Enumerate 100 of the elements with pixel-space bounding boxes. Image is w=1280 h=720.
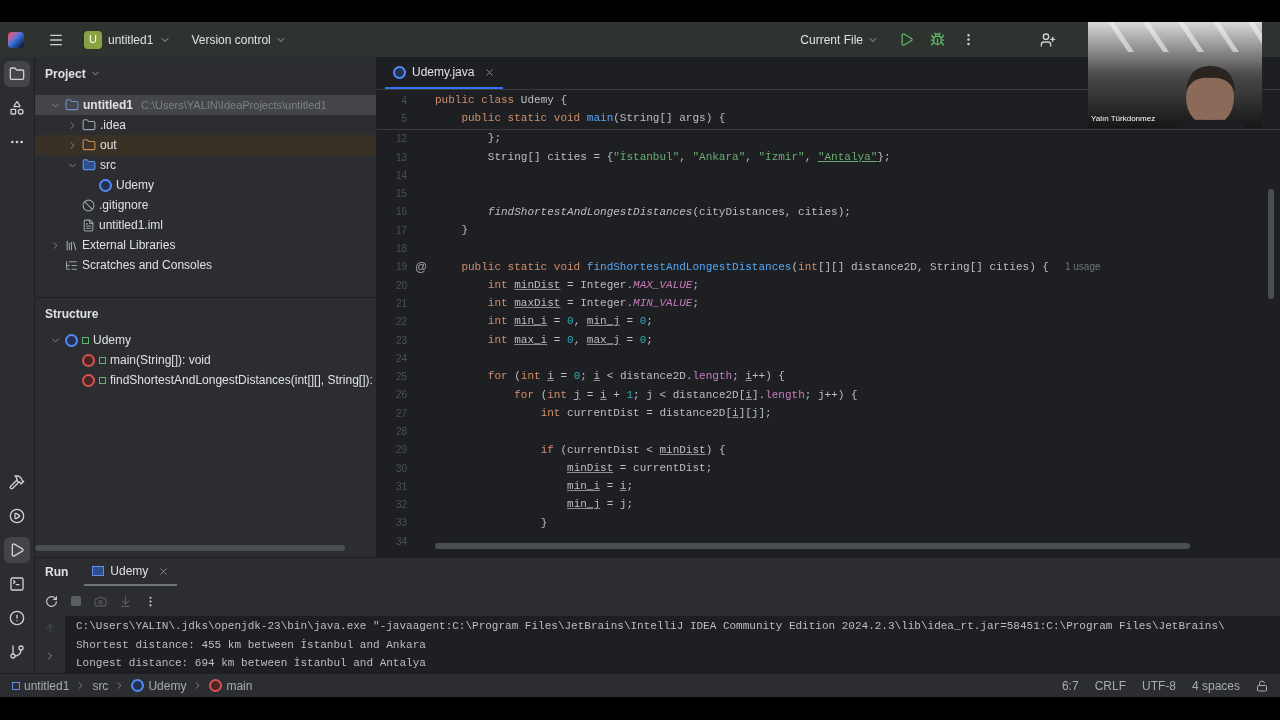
code-token: public class — [435, 92, 516, 108]
status-item[interactable]: 6:7 — [1061, 676, 1079, 695]
code-token: i — [619, 479, 627, 495]
console-line: Shortest distance: 455 km between İstanbul and Ankara — [76, 637, 426, 653]
tree-label: Scratches and Consoles — [82, 257, 213, 274]
folder-icon[interactable] — [4, 61, 30, 87]
code-token: int — [487, 332, 509, 348]
project-name: untitled1 — [108, 31, 154, 49]
tree-row[interactable]: .gitignore — [35, 195, 376, 215]
code-token: j — [573, 387, 581, 403]
code-token: "Ankara" — [692, 149, 746, 165]
code-token: findShortestAndLongestDistances — [586, 259, 792, 275]
editor-tab[interactable]: Udemy.java — [385, 57, 504, 89]
code-token: "Antalya" — [817, 149, 878, 165]
gutter-mark[interactable]: @ — [414, 257, 428, 276]
tree-row[interactable]: .idea — [35, 115, 376, 135]
project-badge: U — [84, 30, 102, 49]
tree-label: untitled1.iml — [99, 217, 164, 234]
code-token: public static void — [461, 259, 582, 275]
status-item[interactable]: CRLF — [1094, 676, 1126, 695]
code-token: Udemy { — [520, 92, 568, 108]
code-token: "İstanbul" — [613, 149, 680, 165]
code-token: min_i — [514, 314, 548, 330]
add-user-icon[interactable] — [1040, 31, 1056, 48]
tree-row[interactable]: Udemy — [35, 175, 376, 195]
close-icon[interactable] — [158, 565, 170, 577]
code-token: }; — [487, 131, 501, 147]
breadcrumb[interactable]: Udemy — [131, 676, 187, 695]
code-token: main — [586, 111, 614, 127]
code-token: String[] cities = { — [487, 149, 614, 165]
tree-label: out — [100, 137, 117, 154]
code-token: min_j — [586, 314, 620, 330]
tree-label: findShortestAndLongestDistances(int[][], String[]): — [110, 372, 373, 389]
tree-row[interactable]: Udemy — [35, 330, 376, 350]
code-token: min_i — [567, 479, 601, 495]
code-token: < distance2D. — [606, 369, 693, 385]
method-icon — [82, 353, 95, 367]
code-token: ; — [646, 332, 653, 348]
breadcrumb[interactable]: main — [209, 676, 253, 695]
tree-row[interactable]: untitled1.iml — [35, 215, 376, 235]
tree-row[interactable]: findShortestAndLongestDistances(int[][], String[]): — [35, 370, 376, 390]
code-token: ][j]; — [738, 405, 772, 421]
code-token: ( — [540, 387, 548, 403]
run-config-selector[interactable]: Current File — [800, 30, 879, 49]
breadcrumb[interactable]: untitled1 — [12, 676, 70, 695]
module-path: C:\Users\YALIN\IdeaProjects\untitled1 — [141, 97, 327, 113]
code-token: int — [520, 369, 542, 385]
horizontal-scrollbar[interactable] — [35, 545, 345, 551]
rerun-icon[interactable] — [45, 594, 58, 608]
code-token: = — [606, 479, 615, 495]
code-token: max_i — [514, 332, 548, 348]
run-config-label: Current File — [800, 31, 863, 49]
tree-row[interactable]: External Libraries — [35, 235, 376, 255]
tree-label: .gitignore — [99, 197, 149, 214]
code-token: ; j < distance2D[ — [633, 387, 746, 403]
camera-icon[interactable] — [94, 594, 107, 608]
play-icon[interactable] — [4, 537, 30, 563]
tree-label: main(String[]): void — [110, 352, 211, 369]
import-icon[interactable] — [119, 594, 132, 608]
code-token: MAX_VALUE — [633, 277, 693, 293]
code-token: , — [679, 149, 687, 165]
tree-row[interactable]: Scratches and Consoles — [35, 255, 376, 275]
code-token: ; — [692, 296, 700, 312]
run-tab[interactable]: Udemy — [84, 558, 178, 586]
project-selector[interactable]: U untitled1 — [84, 30, 172, 49]
code-token: }; — [877, 149, 891, 165]
close-icon[interactable] — [484, 66, 496, 78]
code-token: int — [487, 314, 509, 330]
code-token: = — [626, 314, 635, 330]
tree-row[interactable]: main(String[]): void — [35, 350, 376, 370]
code-token: 0 — [573, 369, 581, 385]
code-token: 0 — [639, 332, 647, 348]
code-token: } — [540, 515, 548, 531]
code-token: , — [745, 149, 753, 165]
stop-icon[interactable] — [70, 595, 82, 607]
tree-row[interactable]: untitled1 C:\Users\YALIN\IdeaProjects\untitled1 — [35, 95, 376, 115]
tree-label: untitled1 — [83, 97, 133, 114]
run-icon[interactable] — [899, 32, 914, 47]
horizontal-scrollbar[interactable] — [435, 543, 1190, 549]
breadcrumb[interactable]: src — [92, 676, 109, 695]
vertical-scrollbar[interactable] — [1268, 189, 1274, 299]
status-item[interactable]: UTF-8 — [1141, 676, 1176, 695]
usage-hint[interactable]: 1 usage — [1064, 259, 1101, 275]
public-icon — [99, 356, 106, 364]
code-token: minDist — [567, 460, 614, 476]
tree-row[interactable]: src — [35, 155, 376, 175]
code-token: public static void — [461, 111, 582, 127]
bug-icon[interactable] — [930, 32, 945, 47]
panel-title[interactable]: Project — [45, 64, 86, 83]
lock-icon[interactable] — [1256, 679, 1268, 692]
vcs-selector[interactable]: Version control — [191, 30, 287, 49]
status-item[interactable]: 4 spaces — [1191, 676, 1240, 695]
code-token: i — [745, 387, 752, 403]
app-logo-icon[interactable] — [8, 31, 24, 48]
method-icon — [82, 373, 95, 387]
method-icon — [209, 679, 223, 692]
code-token: ; — [646, 314, 653, 330]
tree-row[interactable]: out — [35, 135, 376, 155]
code-token: 1 — [626, 387, 634, 403]
code-token: } — [461, 222, 468, 238]
